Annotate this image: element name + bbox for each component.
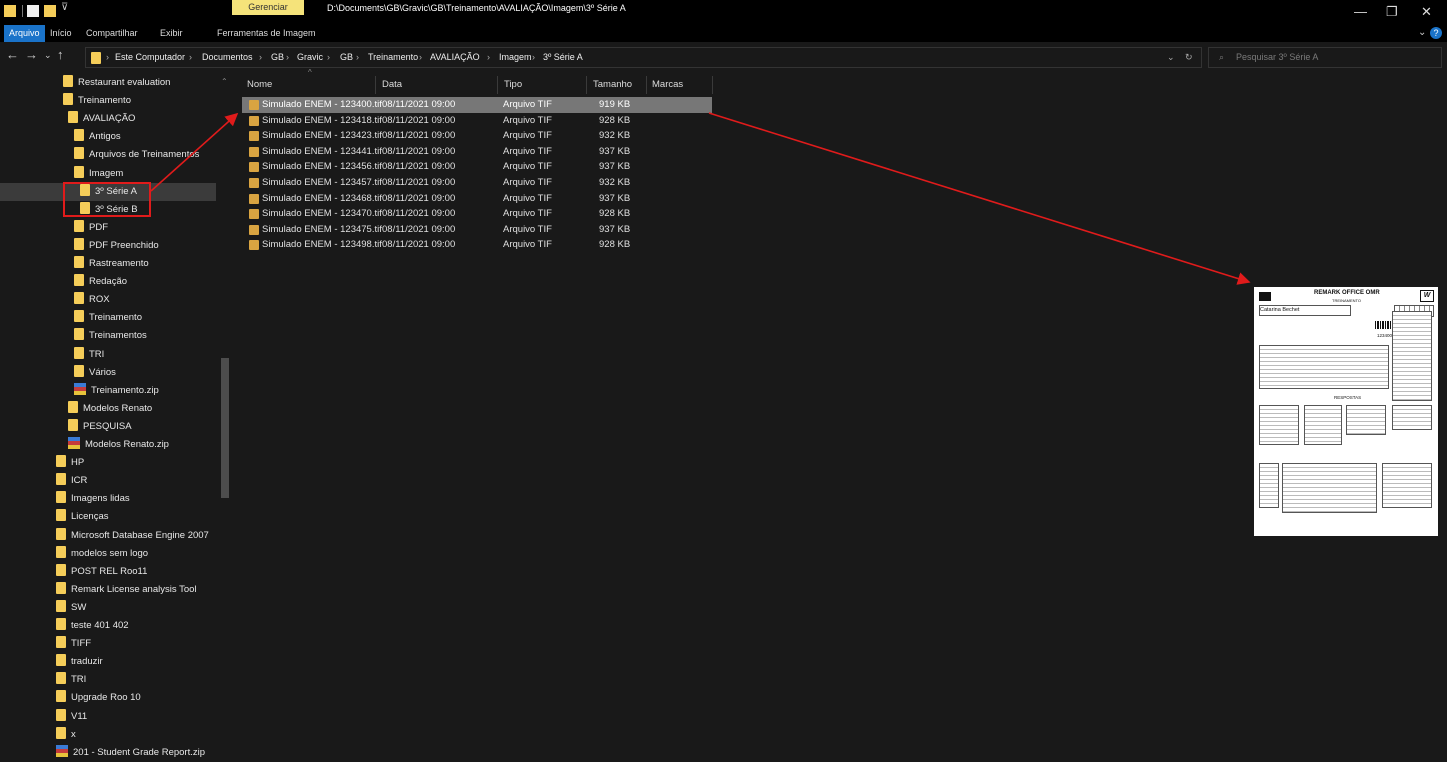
- annotation-arrows: [150, 112, 1251, 285]
- arrow-to-file: [150, 112, 239, 192]
- arrow-to-preview: [708, 112, 1251, 285]
